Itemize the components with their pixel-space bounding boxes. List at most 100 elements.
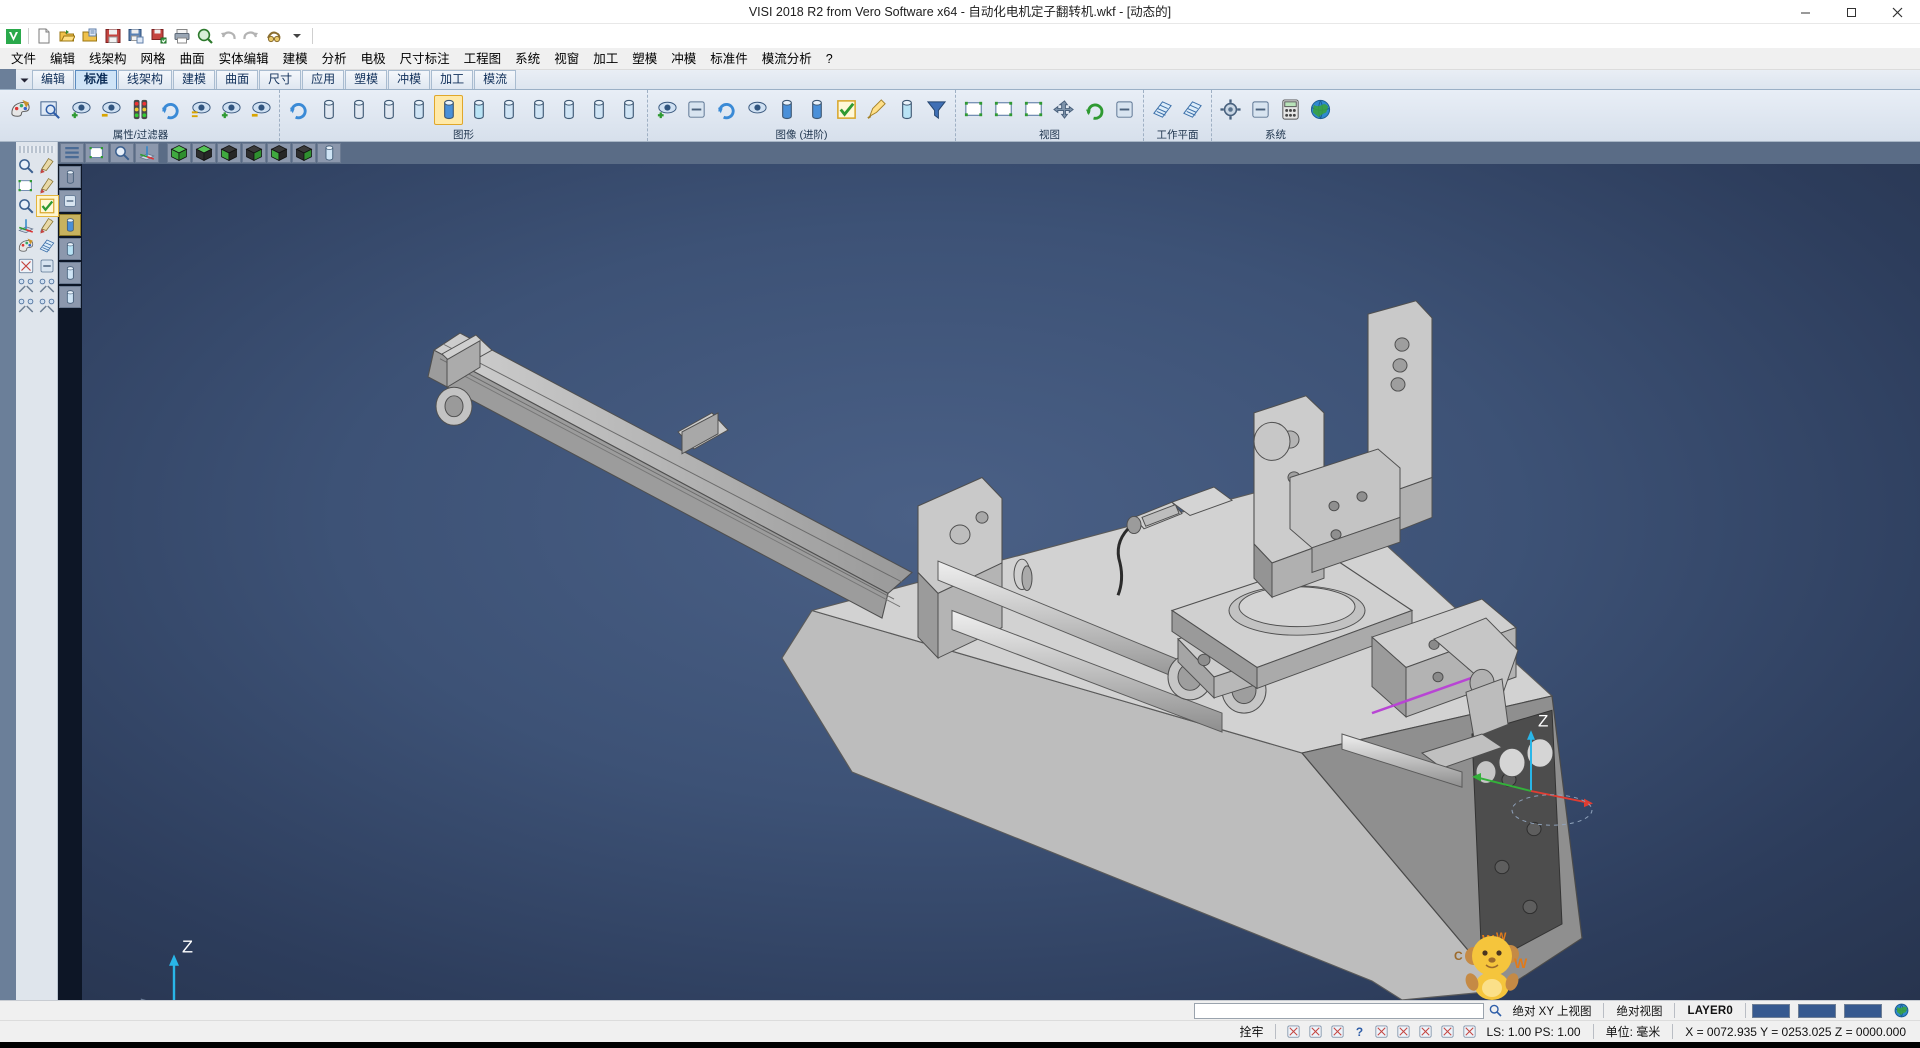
menu-item-12[interactable]: 视窗 [547,49,586,69]
layer-label[interactable]: LAYER0 [1681,1005,1739,1017]
view-front-icon[interactable] [217,143,241,163]
menu-item-0[interactable]: 文件 [4,49,43,69]
line-edit-icon[interactable] [37,156,58,176]
zoom-dynamic-icon[interactable] [110,143,134,163]
image-highlight-icon[interactable] [862,95,891,125]
tab-线架构[interactable]: 线架构 [118,70,172,89]
menu-item-4[interactable]: 曲面 [173,49,212,69]
system-config-icon[interactable] [1216,95,1245,125]
show-add-icon[interactable] [66,95,95,125]
show-remove-icon[interactable] [96,95,125,125]
color-swatch-0[interactable] [1752,1004,1790,1018]
menu-item-13[interactable]: 加工 [586,49,625,69]
snap-end-icon[interactable] [1282,1023,1304,1041]
image-visibility-icon[interactable] [742,95,771,125]
view-top-icon[interactable] [192,143,216,163]
zoom-window-icon[interactable] [960,95,989,125]
tab-塑模[interactable]: 塑模 [345,70,387,89]
visibility-minus-icon[interactable] [246,95,275,125]
workplane-new-icon[interactable] [1148,95,1177,125]
lock-label[interactable]: 拴牢 [1233,1023,1269,1040]
redo-icon[interactable] [240,25,262,47]
side-shaded-icon[interactable] [59,214,81,236]
redraw-icon[interactable] [284,95,313,125]
globe-icon[interactable] [1890,1002,1912,1020]
zoom-window-icon[interactable] [16,176,37,196]
snap-mode-icon[interactable] [16,256,37,276]
snap-quadrant-icon[interactable] [1414,1023,1436,1041]
dynamic-section-icon[interactable] [614,95,643,125]
image-funnel-icon[interactable] [922,95,951,125]
panel-grip[interactable] [19,146,55,153]
snap-mid-icon[interactable] [1326,1023,1348,1041]
visibility-toggle-icon[interactable] [186,95,215,125]
menu-item-17[interactable]: 模流分析 [755,49,819,69]
image-show-add-icon[interactable] [652,95,681,125]
print-preview-icon[interactable] [194,25,216,47]
menu-item-6[interactable]: 建模 [276,49,315,69]
image-transparent-icon[interactable] [892,95,921,125]
mirror-icon[interactable] [16,296,37,316]
chevron-down-icon[interactable] [16,71,32,89]
view-type-label[interactable]: 绝对视图 [1610,1003,1668,1019]
command-input[interactable] [1194,1003,1484,1019]
menu-item-11[interactable]: 系统 [508,49,547,69]
side-hidden-icon[interactable] [59,190,81,212]
transform-icon[interactable] [37,296,58,316]
view-presets-icon[interactable] [1110,95,1139,125]
menu-item-3[interactable]: 网格 [134,49,173,69]
section-view-icon[interactable] [524,95,553,125]
menu-item-14[interactable]: 塑模 [625,49,664,69]
system-calc-icon[interactable] [1276,95,1305,125]
measure-icon[interactable] [16,276,37,296]
view-right-icon[interactable] [242,143,266,163]
menu-item-8[interactable]: 电极 [354,49,393,69]
rotate-view-icon[interactable] [1080,95,1109,125]
image-shade-icon[interactable] [772,95,801,125]
save-icon[interactable] [102,25,124,47]
zoom-in-icon[interactable] [16,196,37,216]
render-quality-icon[interactable] [554,95,583,125]
shaded-solid-icon[interactable] [434,95,463,125]
menu-item-7[interactable]: 分析 [315,49,354,69]
hidden-line-dashed-icon[interactable] [374,95,403,125]
settings-icon[interactable] [263,25,285,47]
shaded-wire-icon[interactable] [494,95,523,125]
snap-perpendicular-icon[interactable] [1458,1023,1480,1041]
side-render-icon[interactable] [59,286,81,308]
menu-item-10[interactable]: 工程图 [457,49,509,69]
open-file-icon[interactable] [56,25,78,47]
image-check-icon[interactable] [832,95,861,125]
save-all-icon[interactable] [148,25,170,47]
view-shaded-icon[interactable] [317,143,341,163]
snap-node-icon[interactable] [1392,1023,1414,1041]
close-button[interactable] [1874,0,1920,24]
menu-item-15[interactable]: 冲模 [664,49,703,69]
system-layers-icon[interactable] [1246,95,1275,125]
search-icon[interactable] [1484,1002,1506,1020]
tab-标准[interactable]: 标准 [75,70,117,89]
layers-color-icon[interactable] [16,236,37,256]
menu-item-5[interactable]: 实体编辑 [212,49,276,69]
undo-icon[interactable] [217,25,239,47]
fit-window-icon[interactable] [85,143,109,163]
view-iso-icon[interactable] [167,143,191,163]
workplane-axis-icon[interactable] [16,216,37,236]
arc-edit-icon[interactable] [37,176,58,196]
view-left-icon[interactable] [267,143,291,163]
snap-nearest-icon[interactable] [1436,1023,1458,1041]
open-copy-icon[interactable] [79,25,101,47]
print-icon[interactable] [171,25,193,47]
zoom-all-icon[interactable] [990,95,1019,125]
angle-icon[interactable] [37,276,58,296]
list-view-icon[interactable] [60,143,84,163]
shade-mode-icon[interactable] [37,256,58,276]
hidden-line-icon[interactable] [344,95,373,125]
tab-加工[interactable]: 加工 [431,70,473,89]
zoom-fit-icon[interactable] [1020,95,1049,125]
save-as-icon[interactable] [125,25,147,47]
snap-intersect-icon[interactable] [1370,1023,1392,1041]
image-refresh-icon[interactable] [712,95,741,125]
menu-item-9[interactable]: 尺寸标注 [393,49,457,69]
element-properties-icon[interactable] [6,95,35,125]
